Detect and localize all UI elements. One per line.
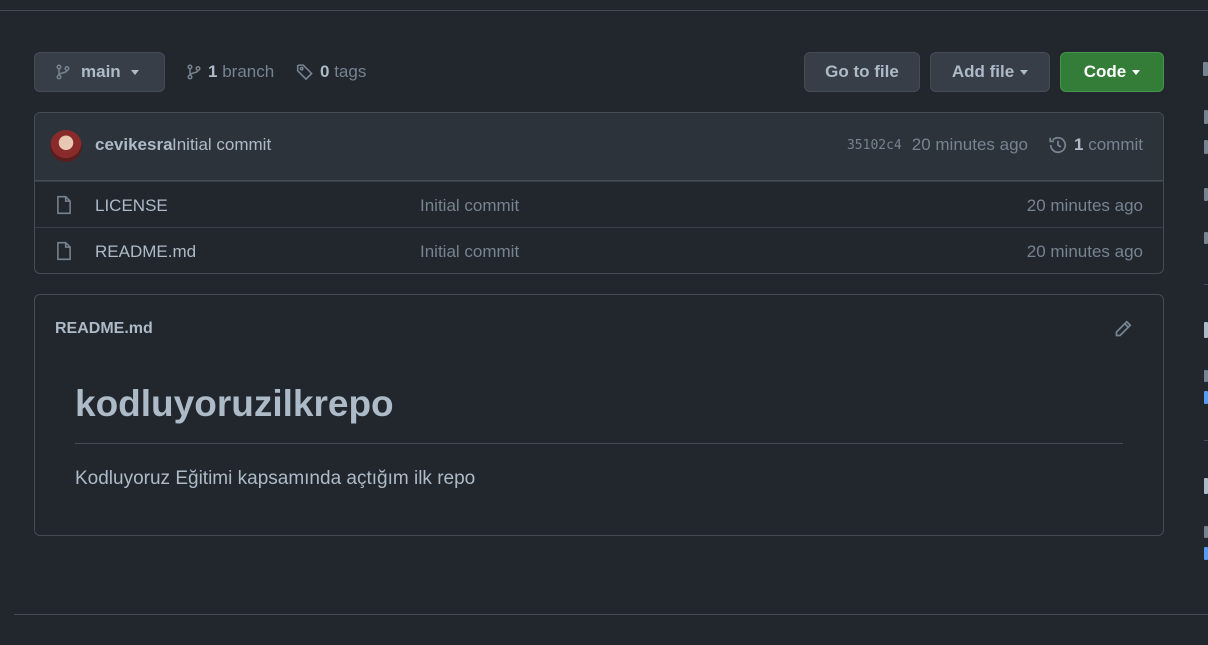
branch-count: 1 [208, 62, 218, 81]
sidebar-fragment [1204, 322, 1208, 338]
branch-select-button[interactable]: main [34, 52, 165, 92]
sidebar-fragment [1204, 370, 1208, 382]
chevron-down-icon [1020, 69, 1029, 75]
history-icon [1049, 136, 1067, 154]
tags-link[interactable]: 0 tags [296, 60, 366, 84]
branches-link[interactable]: 1 branch [186, 60, 274, 84]
file-row[interactable]: LICENSE Initial commit 20 minutes ago [35, 181, 1163, 227]
commit-sha-link[interactable]: 35102c4 [847, 138, 902, 153]
go-to-file-label: Go to file [825, 62, 899, 81]
latest-commit-bar: cevikesra Initial commit 35102c4 20 minu… [35, 113, 1163, 181]
commit-message-link[interactable]: Initial commit [172, 135, 271, 155]
tag-count: 0 [320, 62, 330, 81]
sidebar-divider [1204, 440, 1208, 441]
readme-panel: README.md kodluyoruzilkrepo Kodluyoruz E… [34, 294, 1164, 536]
add-file-label: Add file [951, 62, 1015, 81]
readme-heading: kodluyoruzilkrepo [75, 383, 394, 424]
footer-divider [14, 614, 1208, 615]
sidebar-fragment [1204, 478, 1208, 494]
commit-count: 1 [1074, 135, 1084, 154]
chevron-down-icon [1132, 69, 1141, 75]
sidebar-fragment[interactable] [1204, 547, 1208, 560]
go-to-file-button[interactable]: Go to file [804, 52, 920, 92]
commit-label: commit [1088, 135, 1143, 154]
pencil-icon[interactable] [1113, 319, 1133, 339]
chevron-down-icon [130, 69, 139, 75]
commit-history-link[interactable]: 1 commit [1048, 135, 1143, 155]
sidebar-fragment [1204, 526, 1208, 538]
top-divider [0, 10, 1208, 11]
sidebar-fragment [1204, 232, 1208, 244]
file-row[interactable]: README.md Initial commit 20 minutes ago [35, 227, 1163, 273]
tag-icon [296, 64, 313, 81]
code-button[interactable]: Code [1060, 52, 1164, 92]
sidebar-fragment [1204, 110, 1208, 124]
readme-filename: README.md [55, 320, 153, 337]
git-branch-icon [56, 64, 70, 80]
code-label: Code [1083, 62, 1127, 81]
file-commit-link[interactable]: Initial commit [420, 196, 519, 216]
git-branch-icon [187, 64, 201, 80]
commit-author-link[interactable]: cevikesra [95, 135, 173, 155]
file-commit-link[interactable]: Initial commit [420, 242, 519, 262]
file-icon [57, 241, 71, 261]
sidebar-fragment [1203, 62, 1208, 76]
branch-label: branch [222, 62, 275, 81]
readme-body: Kodluyoruz Eğitimi kapsamında açtığım il… [75, 468, 476, 489]
tag-label: tags [334, 62, 367, 81]
sidebar-fragment [1204, 140, 1208, 154]
heading-divider [75, 443, 1123, 444]
file-name-link[interactable]: LICENSE [95, 196, 168, 216]
commit-age: 20 minutes ago [911, 135, 1029, 154]
file-age: 20 minutes ago [1026, 196, 1143, 215]
file-browser: cevikesra Initial commit 35102c4 20 minu… [34, 112, 1164, 274]
file-age: 20 minutes ago [1026, 242, 1143, 261]
branch-name: main [81, 62, 121, 81]
sidebar-fragment[interactable] [1204, 391, 1208, 404]
add-file-button[interactable]: Add file [930, 52, 1050, 92]
commit-meta: 35102c4 20 minutes ago 1 commit [847, 135, 1143, 155]
sidebar-fragment [1204, 188, 1208, 201]
file-icon [57, 195, 71, 215]
sidebar-divider [1204, 284, 1208, 285]
avatar[interactable] [50, 130, 82, 162]
file-name-link[interactable]: README.md [95, 242, 196, 262]
